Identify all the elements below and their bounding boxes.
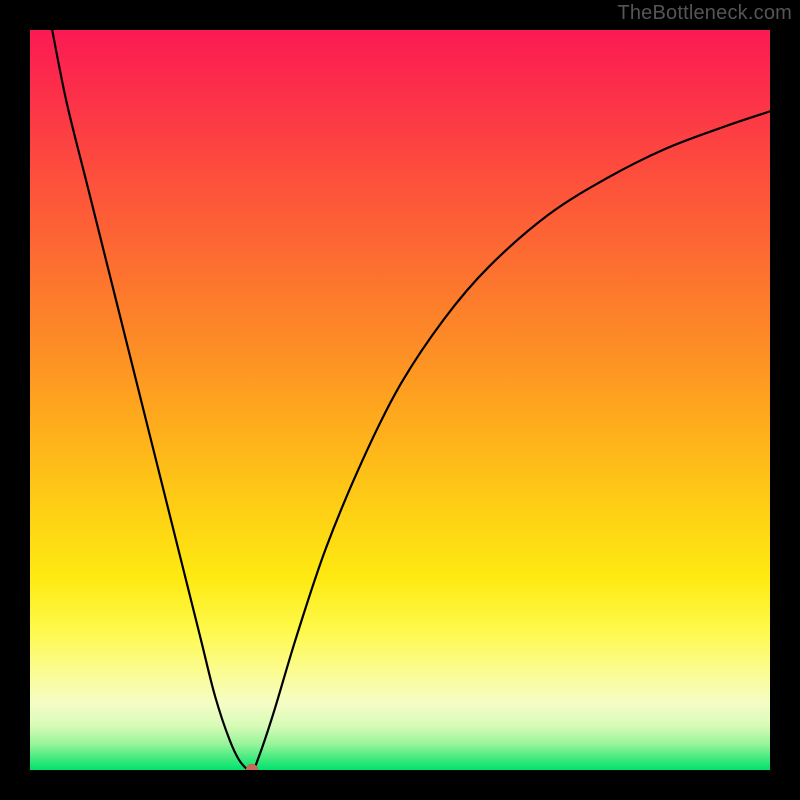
watermark-text: TheBottleneck.com (617, 2, 792, 25)
curve-svg (30, 30, 770, 770)
bottleneck-curve (52, 30, 770, 770)
plot-area (30, 30, 770, 770)
chart-frame: TheBottleneck.com (0, 0, 800, 800)
